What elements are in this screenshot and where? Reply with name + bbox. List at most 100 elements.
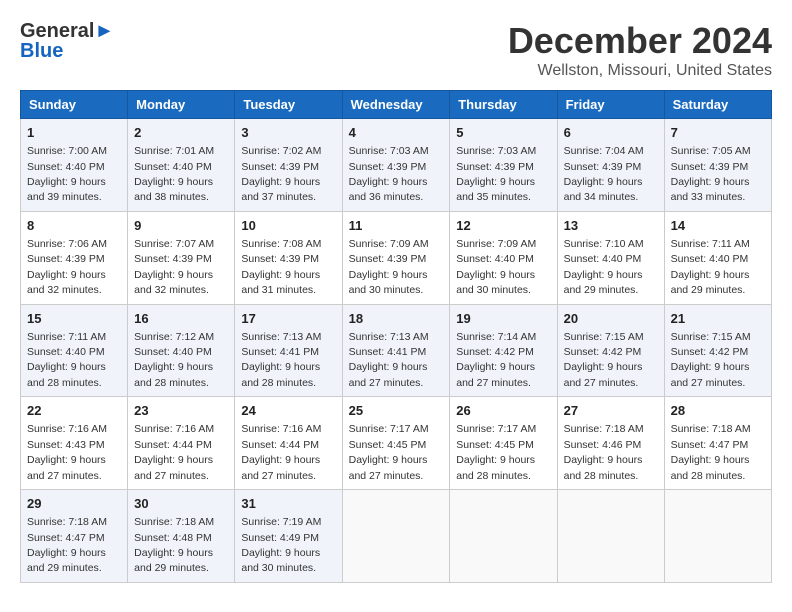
daylight: Daylight: 9 hours and 28 minutes. <box>456 454 535 481</box>
sunset: Sunset: 4:39 PM <box>349 161 427 173</box>
day-number: 5 <box>456 124 550 142</box>
calendar-week-row: 1 Sunrise: 7:00 AM Sunset: 4:40 PM Dayli… <box>21 119 772 212</box>
sunset: Sunset: 4:49 PM <box>241 532 319 544</box>
sunset: Sunset: 4:40 PM <box>564 253 642 265</box>
sunrise: Sunrise: 7:18 AM <box>671 423 751 435</box>
day-number: 29 <box>27 495 121 513</box>
table-row: 3 Sunrise: 7:02 AM Sunset: 4:39 PM Dayli… <box>235 119 342 212</box>
table-row: 22 Sunrise: 7:16 AM Sunset: 4:43 PM Dayl… <box>21 397 128 490</box>
logo-text: General► Blue <box>20 20 114 62</box>
day-number: 18 <box>349 310 444 328</box>
sunrise: Sunrise: 7:17 AM <box>456 423 536 435</box>
daylight: Daylight: 9 hours and 27 minutes. <box>349 454 428 481</box>
calendar-header-row: Sunday Monday Tuesday Wednesday Thursday… <box>21 91 772 119</box>
table-row: 29 Sunrise: 7:18 AM Sunset: 4:47 PM Dayl… <box>21 490 128 583</box>
daylight: Daylight: 9 hours and 27 minutes. <box>456 361 535 388</box>
sunrise: Sunrise: 7:18 AM <box>564 423 644 435</box>
sunset: Sunset: 4:39 PM <box>349 253 427 265</box>
table-row: 17 Sunrise: 7:13 AM Sunset: 4:41 PM Dayl… <box>235 304 342 397</box>
sunrise: Sunrise: 7:15 AM <box>671 331 751 343</box>
page-title: December 2024 <box>508 20 772 62</box>
sunset: Sunset: 4:46 PM <box>564 439 642 451</box>
daylight: Daylight: 9 hours and 28 minutes. <box>134 361 213 388</box>
sunset: Sunset: 4:42 PM <box>671 346 749 358</box>
table-row: 19 Sunrise: 7:14 AM Sunset: 4:42 PM Dayl… <box>450 304 557 397</box>
sunrise: Sunrise: 7:10 AM <box>564 238 644 250</box>
sunrise: Sunrise: 7:00 AM <box>27 145 107 157</box>
header-sunday: Sunday <box>21 91 128 119</box>
sunset: Sunset: 4:39 PM <box>671 161 749 173</box>
sunrise: Sunrise: 7:02 AM <box>241 145 321 157</box>
daylight: Daylight: 9 hours and 29 minutes. <box>671 269 750 296</box>
table-row: 26 Sunrise: 7:17 AM Sunset: 4:45 PM Dayl… <box>450 397 557 490</box>
table-row: 16 Sunrise: 7:12 AM Sunset: 4:40 PM Dayl… <box>128 304 235 397</box>
day-number: 9 <box>134 217 228 235</box>
daylight: Daylight: 9 hours and 34 minutes. <box>564 176 643 203</box>
day-number: 10 <box>241 217 335 235</box>
calendar-week-row: 29 Sunrise: 7:18 AM Sunset: 4:47 PM Dayl… <box>21 490 772 583</box>
daylight: Daylight: 9 hours and 29 minutes. <box>134 547 213 574</box>
sunset: Sunset: 4:47 PM <box>27 532 105 544</box>
sunset: Sunset: 4:40 PM <box>27 346 105 358</box>
sunrise: Sunrise: 7:09 AM <box>349 238 429 250</box>
sunrise: Sunrise: 7:05 AM <box>671 145 751 157</box>
header: General► Blue December 2024 Wellston, Mi… <box>20 20 772 80</box>
table-row: 7 Sunrise: 7:05 AM Sunset: 4:39 PM Dayli… <box>664 119 771 212</box>
table-row <box>342 490 450 583</box>
day-number: 27 <box>564 402 658 420</box>
table-row: 11 Sunrise: 7:09 AM Sunset: 4:39 PM Dayl… <box>342 211 450 304</box>
sunset: Sunset: 4:39 PM <box>241 253 319 265</box>
day-number: 14 <box>671 217 765 235</box>
daylight: Daylight: 9 hours and 30 minutes. <box>456 269 535 296</box>
daylight: Daylight: 9 hours and 27 minutes. <box>27 454 106 481</box>
day-number: 20 <box>564 310 658 328</box>
sunset: Sunset: 4:39 PM <box>241 161 319 173</box>
daylight: Daylight: 9 hours and 28 minutes. <box>564 454 643 481</box>
calendar-week-row: 22 Sunrise: 7:16 AM Sunset: 4:43 PM Dayl… <box>21 397 772 490</box>
table-row <box>450 490 557 583</box>
table-row: 1 Sunrise: 7:00 AM Sunset: 4:40 PM Dayli… <box>21 119 128 212</box>
daylight: Daylight: 9 hours and 37 minutes. <box>241 176 320 203</box>
day-number: 28 <box>671 402 765 420</box>
sunrise: Sunrise: 7:16 AM <box>134 423 214 435</box>
day-number: 30 <box>134 495 228 513</box>
day-number: 21 <box>671 310 765 328</box>
table-row: 8 Sunrise: 7:06 AM Sunset: 4:39 PM Dayli… <box>21 211 128 304</box>
daylight: Daylight: 9 hours and 27 minutes. <box>134 454 213 481</box>
sunrise: Sunrise: 7:03 AM <box>456 145 536 157</box>
day-number: 26 <box>456 402 550 420</box>
sunset: Sunset: 4:42 PM <box>564 346 642 358</box>
sunrise: Sunrise: 7:18 AM <box>27 516 107 528</box>
header-friday: Friday <box>557 91 664 119</box>
sunset: Sunset: 4:40 PM <box>27 161 105 173</box>
table-row: 2 Sunrise: 7:01 AM Sunset: 4:40 PM Dayli… <box>128 119 235 212</box>
sunrise: Sunrise: 7:04 AM <box>564 145 644 157</box>
table-row: 23 Sunrise: 7:16 AM Sunset: 4:44 PM Dayl… <box>128 397 235 490</box>
day-number: 16 <box>134 310 228 328</box>
sunset: Sunset: 4:44 PM <box>241 439 319 451</box>
table-row: 6 Sunrise: 7:04 AM Sunset: 4:39 PM Dayli… <box>557 119 664 212</box>
table-row: 10 Sunrise: 7:08 AM Sunset: 4:39 PM Dayl… <box>235 211 342 304</box>
table-row: 18 Sunrise: 7:13 AM Sunset: 4:41 PM Dayl… <box>342 304 450 397</box>
daylight: Daylight: 9 hours and 32 minutes. <box>134 269 213 296</box>
sunrise: Sunrise: 7:15 AM <box>564 331 644 343</box>
day-number: 22 <box>27 402 121 420</box>
calendar-table: Sunday Monday Tuesday Wednesday Thursday… <box>20 90 772 583</box>
table-row: 5 Sunrise: 7:03 AM Sunset: 4:39 PM Dayli… <box>450 119 557 212</box>
sunrise: Sunrise: 7:09 AM <box>456 238 536 250</box>
day-number: 13 <box>564 217 658 235</box>
sunset: Sunset: 4:41 PM <box>349 346 427 358</box>
sunset: Sunset: 4:39 PM <box>564 161 642 173</box>
sunset: Sunset: 4:42 PM <box>456 346 534 358</box>
day-number: 12 <box>456 217 550 235</box>
daylight: Daylight: 9 hours and 27 minutes. <box>671 361 750 388</box>
sunset: Sunset: 4:45 PM <box>349 439 427 451</box>
day-number: 19 <box>456 310 550 328</box>
day-number: 1 <box>27 124 121 142</box>
header-tuesday: Tuesday <box>235 91 342 119</box>
daylight: Daylight: 9 hours and 36 minutes. <box>349 176 428 203</box>
daylight: Daylight: 9 hours and 28 minutes. <box>241 361 320 388</box>
day-number: 25 <box>349 402 444 420</box>
table-row: 20 Sunrise: 7:15 AM Sunset: 4:42 PM Dayl… <box>557 304 664 397</box>
header-saturday: Saturday <box>664 91 771 119</box>
